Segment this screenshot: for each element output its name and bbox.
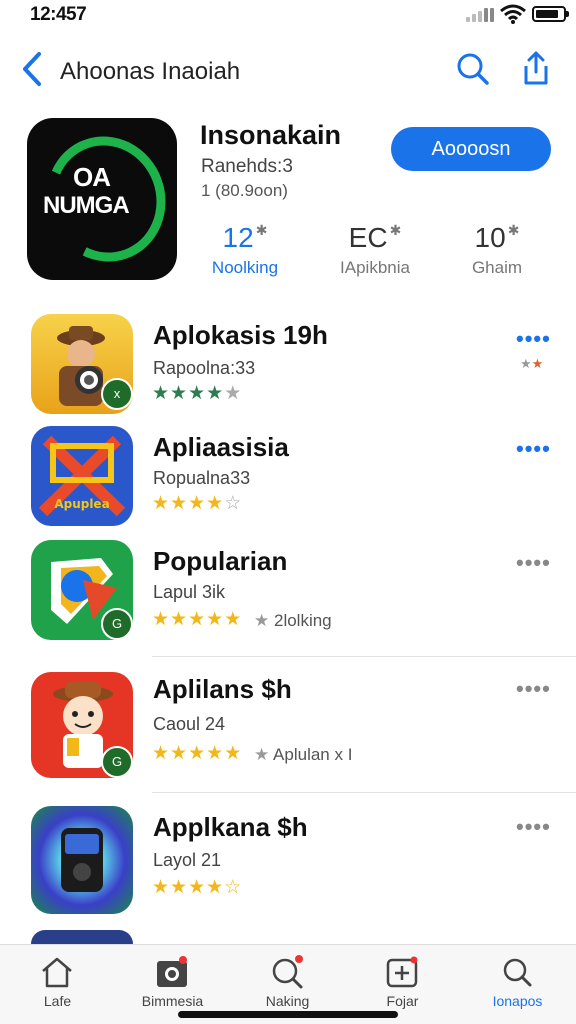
plus-box-icon	[386, 956, 418, 988]
svg-text:Apuplea: Apuplea	[54, 497, 109, 511]
status-time: 12:457	[30, 4, 87, 25]
back-chevron-icon[interactable]	[18, 50, 46, 88]
rating-stars: ★★★★☆	[152, 493, 243, 514]
home-indicator	[178, 1011, 398, 1018]
share-icon[interactable]	[520, 50, 552, 86]
app-name: Aplilans $h	[153, 674, 292, 704]
rating-stars: ★★★★☆	[152, 877, 243, 898]
app-category: Ropualna33	[153, 468, 251, 488]
app-badge: x	[101, 378, 133, 410]
app-name: Apliaasisia	[153, 432, 289, 462]
rating-extra: ★ 2lolking	[254, 611, 332, 630]
rating-stars: ★★★★★	[152, 383, 243, 404]
small-star-icon: ★★	[520, 356, 544, 371]
divider	[152, 656, 576, 657]
battery-icon	[532, 6, 569, 22]
app-size: 1 (80.9oon)	[201, 181, 288, 200]
more-options-icon[interactable]: ••••	[516, 436, 551, 462]
divider	[152, 792, 576, 793]
tab-search[interactable]: Ionapos	[460, 945, 575, 1015]
rating-extra: ★ Aplulan x I	[254, 745, 353, 764]
rating-stars: ★★★★★	[152, 743, 243, 764]
app-name: Aplokasis 19h	[153, 320, 328, 350]
cellular-signal-icon	[466, 8, 496, 22]
get-button[interactable]: Aoooosn	[391, 127, 551, 171]
tab-ranking[interactable]: Naking	[230, 945, 345, 1015]
list-item-partial-icon	[31, 930, 133, 944]
more-options-icon[interactable]: ••••	[516, 550, 551, 576]
camera-icon	[157, 956, 187, 987]
app-icon[interactable]: OA NUMGA	[27, 118, 177, 280]
stat-category: EC ✱ IApikbnia	[340, 222, 410, 277]
stat-rating: 12 ✱ Noolking	[211, 222, 279, 277]
app-badge: G	[101, 608, 133, 640]
rating-stars: ★★★★★	[152, 609, 243, 630]
app-category: Layol 21	[153, 850, 222, 870]
app-name: Insonakain	[200, 120, 342, 150]
stat-chart: 10 ✱ Ghaim	[471, 222, 523, 277]
star-icon: ✱	[389, 222, 402, 238]
more-options-icon[interactable]: ••••	[516, 326, 551, 352]
more-options-icon[interactable]: ••••	[516, 814, 551, 840]
app-subtitle: Ranehds:3	[201, 156, 293, 177]
status-bar: 12:457	[0, 0, 576, 32]
search-badge-icon	[272, 955, 303, 989]
app-category: Caoul 24	[153, 714, 226, 734]
tab-updates[interactable]: Fojar	[345, 945, 460, 1015]
app-name: Applkana $h	[153, 812, 308, 842]
app-badge: G	[101, 746, 133, 778]
search-icon	[503, 958, 532, 987]
tab-home[interactable]: Lafe	[0, 945, 115, 1015]
page-title: Ahoonas Inaoiah	[60, 58, 241, 85]
tab-media[interactable]: Bimmesia	[115, 945, 230, 1015]
more-options-icon[interactable]: ••••	[516, 676, 551, 702]
star-icon: ✱	[255, 222, 268, 238]
app-category: Rapoolna:33	[153, 358, 256, 378]
navigation-bar: Ahoonas Inaoiah	[0, 44, 576, 96]
app-category: Lapul 3ik	[153, 582, 226, 602]
star-icon: ✱	[507, 222, 520, 238]
wifi-icon	[500, 4, 526, 24]
app-name: Popularian	[153, 546, 288, 576]
puzzle-app-icon: Apuplea	[31, 426, 133, 526]
phone-app-icon	[31, 806, 133, 914]
home-icon	[42, 957, 72, 988]
search-icon[interactable]	[456, 52, 490, 86]
